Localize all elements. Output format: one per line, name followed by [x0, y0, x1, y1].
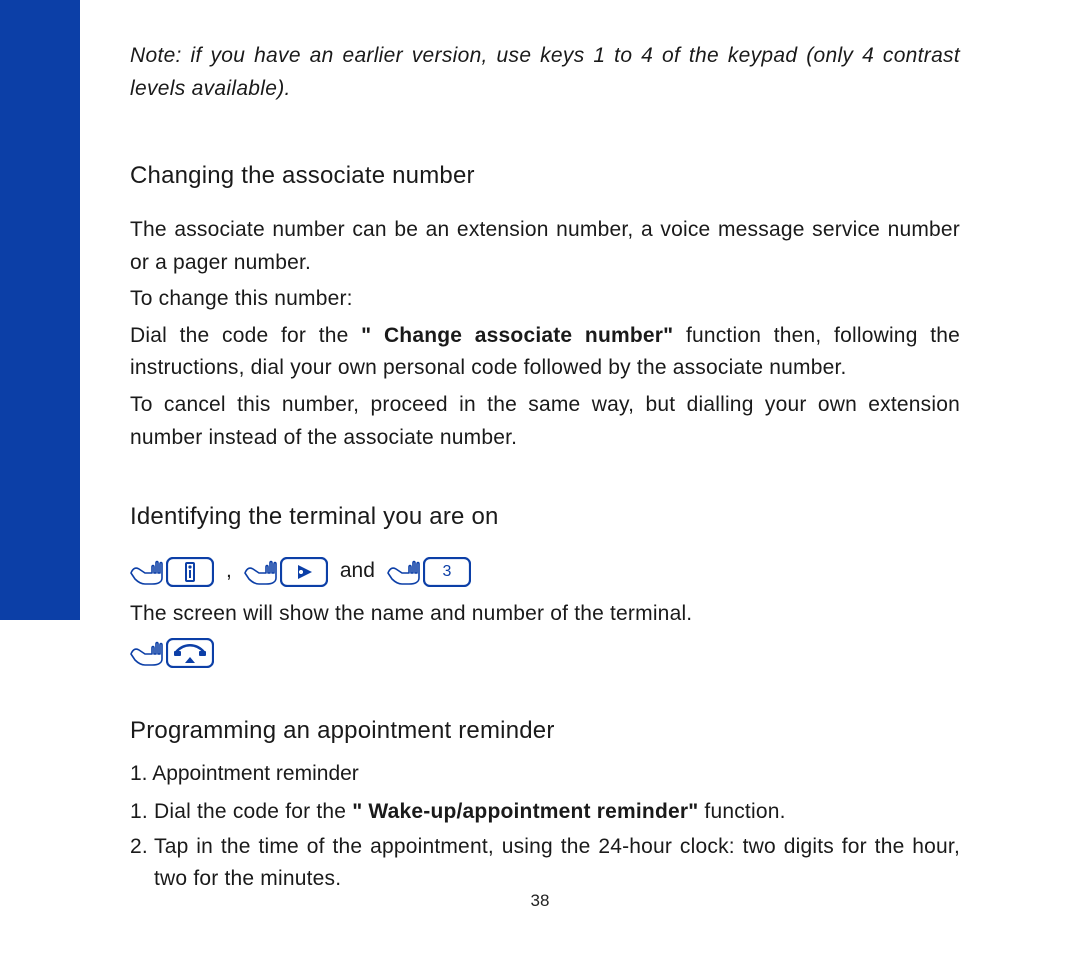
play-key-icon — [280, 557, 328, 587]
hook-key-icon — [166, 638, 214, 668]
sec2-p1: The screen will show the name and number… — [130, 598, 960, 631]
step1a: Dial the code for the — [154, 800, 352, 823]
steps-list: Dial the code for the " Wake-up/appointm… — [130, 796, 960, 896]
press-i-key — [130, 557, 214, 587]
i-key-icon — [166, 557, 214, 587]
heading-changing-associate: Changing the associate number — [130, 157, 960, 194]
comma-sep: , — [226, 555, 232, 588]
subheading-appointment: 1. Appointment reminder — [130, 758, 960, 791]
sec1-p3a: Dial the code for the — [130, 324, 361, 347]
content-area: Note: if you have an earlier version, us… — [130, 40, 960, 898]
sec1-p4: To cancel this number, proceed in the sa… — [130, 389, 960, 454]
step-2: Tap in the time of the appointment, usin… — [154, 831, 960, 896]
step-1: Dial the code for the " Wake-up/appointm… — [154, 796, 960, 829]
icon-row-2 — [130, 638, 960, 668]
heading-identifying-terminal: Identifying the terminal you are on — [130, 498, 960, 535]
press-3-key: 3 — [387, 557, 471, 587]
sec1-p1: The associate number can be an extension… — [130, 214, 960, 279]
sec1-p2: To change this number: — [130, 283, 960, 316]
sidebar-accent — [0, 0, 80, 620]
step1b-bold: " Wake-up/appointment reminder" — [352, 800, 698, 823]
hand-icon — [244, 558, 278, 586]
step1c: function. — [698, 800, 785, 823]
hand-icon — [130, 639, 164, 667]
icon-row-1: , and 3 — [130, 555, 960, 588]
heading-appointment-reminder: Programming an appointment reminder — [130, 712, 960, 749]
hand-icon — [387, 558, 421, 586]
sec1-p3: Dial the code for the " Change associate… — [130, 320, 960, 385]
three-key-icon: 3 — [423, 557, 471, 587]
and-sep: and — [340, 555, 375, 588]
press-play-key — [244, 557, 328, 587]
hand-icon — [130, 558, 164, 586]
key-3-digit: 3 — [423, 557, 471, 587]
note-text: Note: if you have an earlier version, us… — [130, 40, 960, 105]
press-hook-key — [130, 638, 214, 668]
page-number: 38 — [0, 891, 1080, 911]
sec1-p3b-bold: " Change associate number" — [361, 324, 673, 347]
page: Note: if you have an earlier version, us… — [0, 0, 1080, 961]
